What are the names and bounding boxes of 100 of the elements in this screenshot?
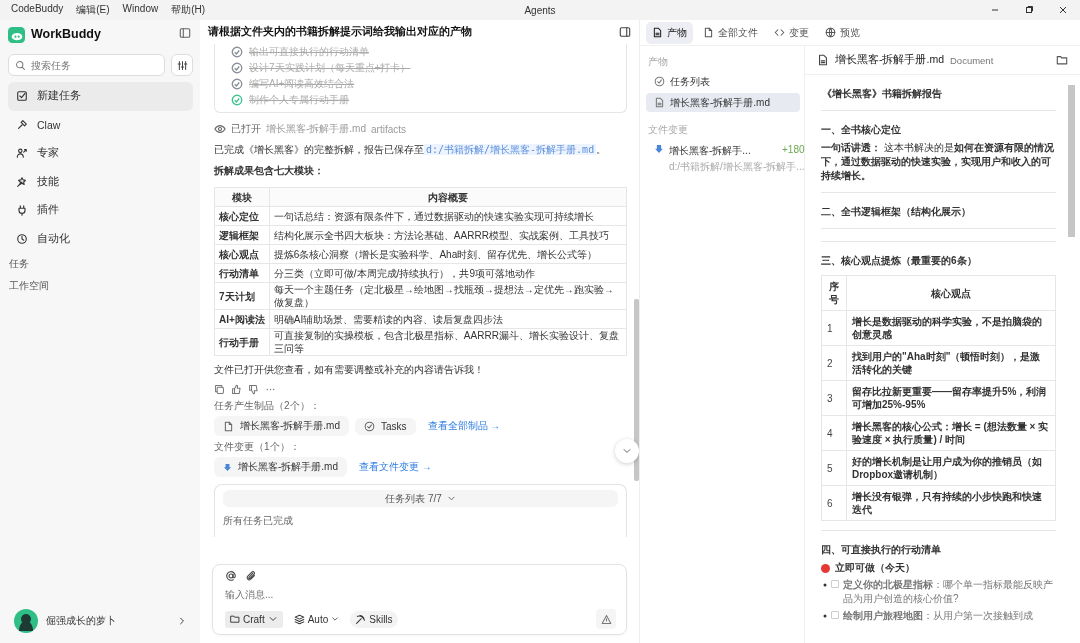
tab[interactable]: 变更 <box>768 21 815 44</box>
table-cell: 6 <box>821 485 847 521</box>
table-cell: 留存比拉新更重要——留存率提升5%，利润可增加25%-95% <box>846 380 1056 416</box>
plug-icon <box>16 204 28 217</box>
column-header: 核心观点 <box>846 275 1056 311</box>
column-header: 序号 <box>821 275 847 311</box>
copy-icon <box>214 384 225 395</box>
checkbox-icon <box>16 90 28 103</box>
artifact-item[interactable]: 任务列表 <box>646 72 800 91</box>
tab[interactable]: 产物 <box>646 21 693 44</box>
section-label: 工作空间 <box>8 279 50 293</box>
todo-item: 输出可直接执行的行动清单 <box>249 45 369 59</box>
check-circle-icon <box>654 76 665 87</box>
tasks-chip[interactable]: Tasks <box>355 417 416 435</box>
sidebar-toggle-button[interactable] <box>179 27 191 41</box>
copy-button[interactable] <box>214 384 225 395</box>
checkbox[interactable] <box>831 580 839 588</box>
table-cell: 核心观点 <box>214 244 270 264</box>
tab[interactable]: 全部文件 <box>697 21 764 44</box>
tab[interactable]: 预览 <box>819 21 866 44</box>
file-name[interactable]: 增长黑客-拆解手... <box>669 144 751 158</box>
bullet-icon <box>823 583 827 587</box>
folder-icon <box>1056 54 1068 66</box>
section-label: 任务 <box>8 257 30 271</box>
person-icon <box>16 147 28 160</box>
menu-item[interactable]: 帮助(H) <box>171 3 206 17</box>
nav-item[interactable]: Claw <box>8 110 193 139</box>
section-heading: 四、可直接执行的行动清单 <box>821 543 942 557</box>
at-sign-icon <box>225 570 237 582</box>
section-heading: 三、核心观点提炼（最重要的6条） <box>821 254 978 268</box>
view-artifacts-link[interactable]: 查看全部制品 → <box>427 419 501 433</box>
model-dropdown[interactable]: Auto <box>288 610 345 628</box>
table-cell: 2 <box>821 345 847 381</box>
menu-item[interactable]: Window <box>122 3 159 17</box>
table-cell: 增长是数据驱动的科学实验，不是拍脑袋的创意灵感 <box>846 310 1056 346</box>
task-list-toggle[interactable]: 任务列表 7/7 <box>223 490 618 507</box>
send-button[interactable] <box>596 609 616 629</box>
table-cell: 明确AI辅助场景、需要精读的内容、读后复盘四步法 <box>269 309 627 329</box>
menu-item[interactable]: 编辑(E) <box>76 3 110 17</box>
restore-icon <box>1024 5 1034 15</box>
section-heading: 一、全书核心定位 <box>821 123 902 137</box>
artifact-item[interactable]: 增长黑客-拆解手册.md <box>646 93 800 112</box>
open-folder-button[interactable] <box>1056 54 1068 66</box>
document-icon <box>652 27 663 38</box>
chevron-right-icon <box>177 616 187 626</box>
download-arrow-icon <box>223 462 232 472</box>
summary-text: 已完成《增长黑客》的完整拆解，报告已保存至 d:/书籍拆解/增长黑客-拆解手册.md 。 <box>214 143 608 157</box>
file-chip[interactable]: 增长黑客-拆解手册.md <box>214 457 347 477</box>
tag-label: artifacts <box>371 123 406 135</box>
like-button[interactable] <box>231 384 242 395</box>
table-cell: 核心定位 <box>214 206 270 226</box>
thumbs-up-icon <box>231 384 242 395</box>
todo-item: 编写AI+阅读高效结合法 <box>249 77 355 91</box>
nav-item[interactable]: 技能 <box>8 167 193 196</box>
section-label: 文件变更（1个）： <box>214 440 301 454</box>
file-icon <box>223 420 234 432</box>
table-intro: 拆解成果包含七大模块： <box>214 164 325 178</box>
table-cell: 行动清单 <box>214 263 270 283</box>
avatar-icon <box>14 609 38 633</box>
file-name: 增长黑客-拆解手册.md <box>266 122 366 136</box>
file-chip[interactable]: 增长黑客-拆解手册.md <box>214 416 349 436</box>
nav-item[interactable]: 专家 <box>8 139 193 168</box>
document-icon <box>654 97 665 108</box>
checklist-text: 定义你的北极星指标：哪个单一指标最能反映产品为用户创造的核心价值? <box>843 578 1054 606</box>
user-name[interactable]: 倔强成长的萝卜 <box>46 614 169 628</box>
attach-button[interactable] <box>245 570 257 582</box>
nav-item[interactable]: 新建任务 <box>8 82 193 111</box>
checkbox[interactable] <box>831 611 839 619</box>
added-lines: +180 <box>782 144 805 157</box>
document-heading: 《增长黑客》书籍拆解报告 <box>821 87 943 101</box>
filter-button[interactable] <box>171 54 193 76</box>
closing-text: 文件已打开供您查看，如有需要调整或补充的内容请告诉我！ <box>214 363 485 377</box>
table-cell: 增长没有银弹，只有持续的小步快跑和快速迭代 <box>846 485 1056 521</box>
mention-button[interactable] <box>225 570 237 582</box>
view-changes-link[interactable]: 查看文件变更 → <box>359 460 432 474</box>
section-label: 任务产生制品（2个）： <box>214 399 321 413</box>
table-cell: 结构化展示全书四大板块：方法论基础、AARRR模型、实战案例、工具技巧 <box>269 225 627 245</box>
pickaxe-icon <box>355 613 367 625</box>
clock-icon <box>16 232 28 245</box>
table-cell: 1 <box>821 310 847 346</box>
bullet-icon <box>823 614 827 618</box>
document-type: Document <box>950 54 994 66</box>
search-icon <box>15 59 26 71</box>
nav-item[interactable]: 自动化 <box>8 224 193 253</box>
code-icon <box>774 27 785 38</box>
menu-item[interactable]: CodeBuddy <box>11 3 64 17</box>
table-cell: 可直接复制的实操模板，包含北极星指标、AARRR漏斗、增长实验设计、复盘三问等 <box>269 328 627 356</box>
checklist-text: 绘制用户旅程地图：从用户第一次接触到成 <box>843 609 1033 623</box>
folder-icon <box>230 614 240 624</box>
panel-toggle-button[interactable] <box>619 26 631 38</box>
file-path: d:/书籍拆解/增长黑客-拆解手... <box>669 160 805 174</box>
search-field[interactable]: 搜索任务 <box>8 54 165 76</box>
table-cell: AI+阅读法 <box>214 309 270 329</box>
nav-item[interactable]: 插件 <box>8 196 193 225</box>
dislike-button[interactable] <box>248 384 259 395</box>
scrollbar-thumb[interactable] <box>634 299 639 481</box>
skills-button[interactable]: Skills <box>350 610 398 628</box>
mode-dropdown[interactable]: Craft <box>225 610 283 628</box>
table-cell: 每天一个主题任务（定北极星→绘地图→找瓶颈→提想法→定优先→跑实验→做复盘） <box>269 282 627 310</box>
scrollbar-thumb[interactable] <box>1068 85 1075 237</box>
